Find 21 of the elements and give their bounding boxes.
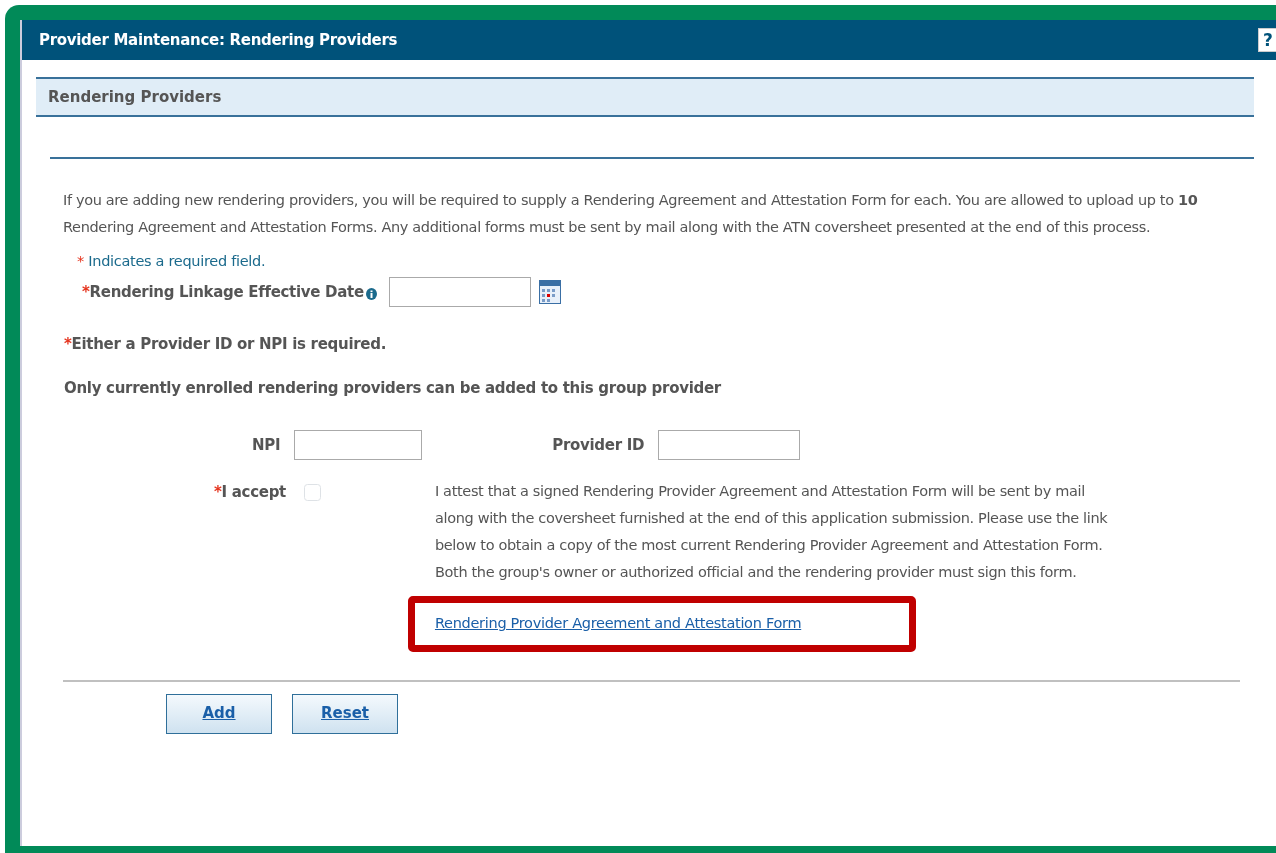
only-note: Only currently enrolled rendering providers can be added to this group provider [64,379,721,398]
field-label: NPI [252,434,281,456]
either-note: *Either a Provider ID or NPI is required. [64,334,387,353]
text-input[interactable] [658,429,801,460]
accept-checkbox[interactable] [303,483,321,501]
form-button[interactable]: Reset [292,693,398,734]
text-input[interactable] [294,429,423,460]
attest-text: I attest that a signed Rendering Provider Agreement and Attestation Form will be sent by mail along with the coversheet furnished at the end of this application submission. Please use the link below to obtain a copy of the most current Rendering Provider Agreement and Attestation Form. Both the group's owner or authorized official and the rendering provider must sign this form. [434,481,1109,582]
section-title: Rendering Providers [48,86,222,108]
window-title: Provider Maintenance: Rendering Providers [39,29,398,51]
help-button[interactable]: ? [1258,28,1276,52]
required-note: * Indicates a required field. [77,252,266,271]
form-button[interactable]: Add [166,693,272,734]
date-label: *Rendering Linkage Effective Date [82,281,364,303]
field-label: Provider ID [552,434,645,456]
date-input[interactable] [388,276,531,307]
info-icon [365,287,377,300]
intro-paragraph: If you are adding new rendering providers, you will be required to supply a Rendering Agreement and Attestation Form for each. You are allowed to upload up to 10 Rendering Agreement and Attestation Forms. Any additional forms must be sent by mail along with the ATN coversheet presented at the end of this process. [63,191,1199,237]
form-link[interactable]: Rendering Provider Agreement and Attestation Form [434,614,802,631]
accept-label: *I accept [214,481,286,503]
calendar-icon[interactable] [538,279,561,304]
